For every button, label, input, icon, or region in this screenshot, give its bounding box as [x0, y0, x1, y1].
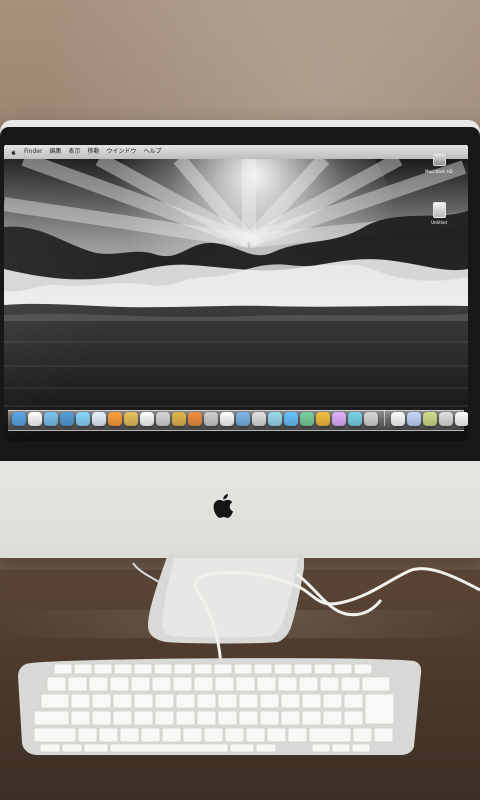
- dock-app-icon[interactable]: [236, 412, 250, 426]
- photo-scene: Finder 編集 表示 移動 ウインドウ ヘルプ Macintosh HD U…: [0, 0, 480, 800]
- dock-app-icon[interactable]: [220, 412, 234, 426]
- dock-app-icon[interactable]: [60, 412, 74, 426]
- dock-app-icon[interactable]: [92, 412, 106, 426]
- hard-drive-label: Macintosh HD: [425, 169, 453, 174]
- imac-stand: [148, 554, 304, 644]
- dock-document-icon[interactable]: [455, 412, 468, 426]
- dock-app-icon[interactable]: [316, 412, 330, 426]
- dock-separator: [384, 410, 385, 426]
- file-label: Untitled: [431, 220, 447, 225]
- dock-app-icon[interactable]: [284, 412, 298, 426]
- apple-menu-icon[interactable]: [10, 149, 17, 156]
- apple-logo: [213, 494, 234, 518]
- dock-app-icon[interactable]: [348, 412, 362, 426]
- dock-app-icon[interactable]: [172, 412, 186, 426]
- dock-app-icon[interactable]: [252, 412, 266, 426]
- dock-folder-icon[interactable]: [407, 412, 421, 426]
- file-icon[interactable]: [433, 202, 446, 218]
- menu-item-finder[interactable]: Finder: [24, 145, 42, 159]
- apple-keyboard[interactable]: [16, 656, 422, 756]
- dock-folder-icon[interactable]: [391, 412, 405, 426]
- dock-app-icon[interactable]: [140, 412, 154, 426]
- menu-item-go[interactable]: 移動: [87, 145, 99, 159]
- dock-app-icon[interactable]: [332, 412, 346, 426]
- desktop-wallpaper: [4, 159, 468, 441]
- dock-app-icon[interactable]: [156, 412, 170, 426]
- dock-app-icon[interactable]: [300, 412, 314, 426]
- dock: [12, 406, 468, 426]
- menu-item-view[interactable]: 表示: [68, 145, 80, 159]
- dock-app-icon[interactable]: [28, 412, 42, 426]
- menu-item-window[interactable]: ウインドウ: [107, 145, 137, 159]
- dock-app-icon[interactable]: [268, 412, 282, 426]
- apple-menu-svg: [11, 149, 16, 155]
- dock-app-icon[interactable]: [364, 412, 378, 426]
- dock-app-icon[interactable]: [124, 412, 138, 426]
- dock-app-icon[interactable]: [188, 412, 202, 426]
- dock-app-icon[interactable]: [204, 412, 218, 426]
- dock-app-icon[interactable]: [76, 412, 90, 426]
- dock-app-icon[interactable]: [44, 412, 58, 426]
- dock-app-icon[interactable]: [108, 412, 122, 426]
- menu-item-help[interactable]: ヘルプ: [144, 145, 162, 159]
- dock-folder-icon[interactable]: [423, 412, 437, 426]
- dock-folder-icon[interactable]: [439, 412, 453, 426]
- hard-drive-icon[interactable]: [433, 153, 446, 166]
- menu-item-edit[interactable]: 編集: [49, 145, 61, 159]
- desktop-screen: Finder 編集 表示 移動 ウインドウ ヘルプ Macintosh HD U…: [4, 145, 468, 441]
- menu-bar: Finder 編集 表示 移動 ウインドウ ヘルプ: [4, 145, 468, 159]
- dock-app-icon[interactable]: [12, 412, 26, 426]
